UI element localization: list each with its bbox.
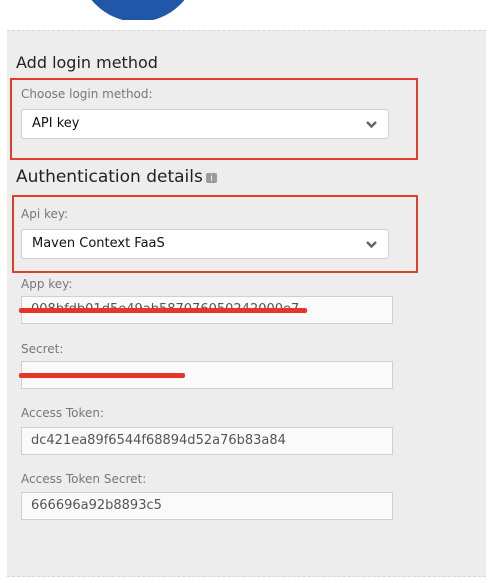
secret-label: Secret:: [21, 342, 64, 356]
redaction-mark-secret: [19, 373, 185, 378]
app-key-label: App key:: [21, 277, 73, 291]
info-icon[interactable]: [206, 173, 217, 183]
access-token-secret-value: 666696a92b8893c5: [31, 498, 162, 513]
access-token-input[interactable]: dc421ea89f6544f68894d52a76b83a84: [21, 427, 393, 455]
top-banner: [0, 0, 490, 20]
add-login-method-title: Add login method: [16, 53, 158, 72]
redaction-mark-app-key: [19, 308, 307, 313]
highlight-api-key: [12, 195, 418, 273]
authentication-details-title: Authentication details: [16, 167, 203, 187]
access-token-label: Access Token:: [21, 406, 105, 420]
login-method-panel: Add login method Choose login method: AP…: [7, 30, 486, 577]
logo-circle: [78, 0, 198, 20]
access-token-secret-label: Access Token Secret:: [21, 472, 147, 486]
highlight-login-method: [10, 78, 418, 160]
access-token-value: dc421ea89f6544f68894d52a76b83a84: [31, 433, 286, 448]
access-token-secret-input[interactable]: 666696a92b8893c5: [21, 492, 393, 520]
